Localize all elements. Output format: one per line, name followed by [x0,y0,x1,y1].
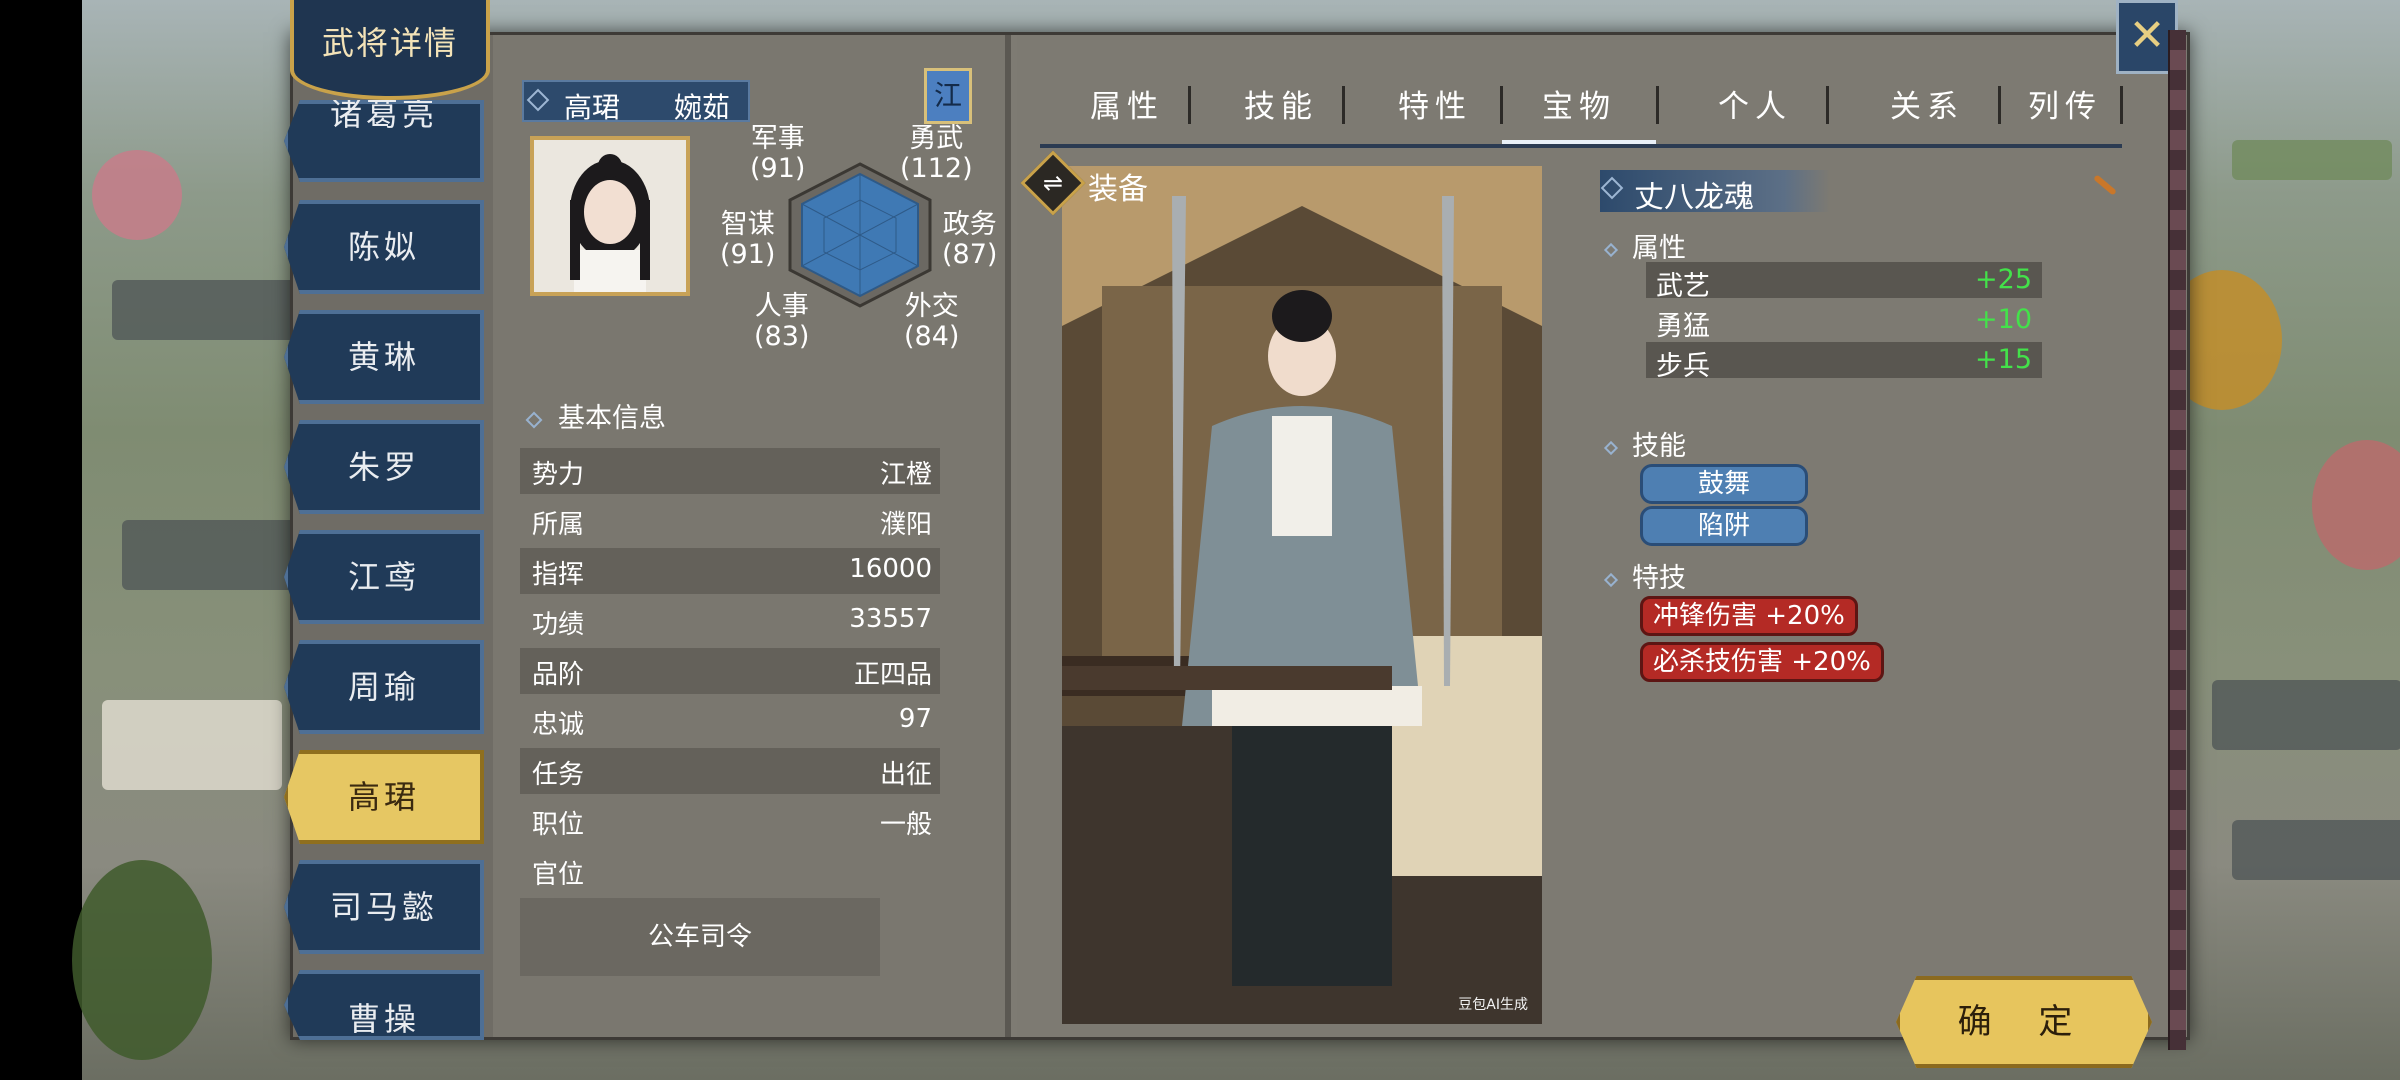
officer-name: 高珺 [564,91,621,124]
officer-courtesy-name: 婉茹 [674,91,731,124]
skill-badge[interactable]: 鼓舞 [1640,464,1808,504]
skill-badge[interactable]: 陷阱 [1640,506,1808,546]
tab-biography[interactable]: 列传 [2020,78,2110,144]
item-attribute-row: 武艺 +25 [1646,262,2042,302]
info-row: 指挥 16000 [520,548,940,594]
item-attribute-row: 勇猛 +10 [1656,304,2032,342]
officer-list-item[interactable]: 陈姒 [284,200,484,294]
trait-badge[interactable]: 冲锋伤害 +20% [1640,596,1858,636]
artwork-illustration [1062,166,1542,1024]
item-attribute-row: 步兵 +15 [1646,342,2042,382]
info-row: 职位 一般 [532,810,932,840]
equipment-artwork: 豆包AI生成 [1062,166,1542,1024]
info-row: 品阶 正四品 [520,648,940,694]
decorative-chain [2168,30,2186,1050]
info-row: 忠诚 97 [532,704,932,740]
diamond-icon [525,411,543,428]
swap-icon: ⇌ [1042,169,1064,197]
tab-divider [1188,86,1191,124]
tab-divider [2120,86,2123,124]
tab-relations[interactable]: 关系 [1872,78,1982,144]
officer-name-bar: 高珺 婉茹 [522,80,750,124]
detail-tabs: 属性 技能 特性 宝物 个人 关系 列传 [1040,78,2123,148]
tab-personal[interactable]: 个人 [1700,78,1810,144]
tab-traits[interactable]: 特性 [1380,78,1490,144]
equipment-heading: 装备 [1088,172,1148,207]
stat-radar-chart [788,162,932,308]
officer-list-item[interactable]: 朱罗 [284,420,484,514]
officer-list-item[interactable]: 司马懿 [284,860,484,954]
tab-skills[interactable]: 技能 [1226,78,1336,144]
window-title: 武将详情 [321,24,458,62]
faction-flag-icon: 江 [924,68,972,124]
tab-attributes[interactable]: 属性 [1072,78,1182,144]
info-row: 功绩 33557 [532,604,932,640]
item-traits-heading: 特技 [1603,556,1686,595]
item-attributes-heading: 属性 [1603,226,1686,265]
tab-divider [1656,86,1659,124]
officer-list-item[interactable]: 诸葛亮 [284,100,484,182]
info-row: 官位 [532,860,585,890]
tab-divider [1826,86,1829,124]
officer-list-item[interactable]: 江鸢 [284,530,484,624]
confirm-button[interactable]: 确 定 [1896,976,2152,1068]
trait-badge[interactable]: 必杀技伤害 +20% [1640,642,1884,682]
item-skills-heading: 技能 [1603,424,1686,463]
officer-list-item[interactable]: 周瑜 [284,640,484,734]
window-title-banner: 武将详情 [290,0,490,100]
tab-divider [1998,86,2001,124]
tab-treasure[interactable]: 宝物 [1502,78,1656,144]
close-icon: ✕ [2128,10,2166,61]
officer-portrait [530,136,690,296]
stat-politics: 政务 (87) [942,209,998,270]
diamond-icon [526,88,550,112]
officer-title-box: 公车司令 [520,898,880,976]
officer-list-item-selected[interactable]: 高珺 [284,750,484,844]
basic-info-heading: 基本信息 [525,396,666,435]
diamond-icon [1600,176,1624,200]
stat-strategy: 智谋 (91) [720,209,776,270]
officer-list-item[interactable]: 曹操 [284,970,484,1040]
officer-list-item[interactable]: 黄琳 [284,310,484,404]
tab-divider [1342,86,1345,124]
info-row: 所属 濮阳 [532,510,932,540]
info-row: 势力 江橙 [520,448,940,494]
ai-watermark: 豆包AI生成 [1458,997,1528,1013]
portrait-illustration [534,140,686,292]
item-name-bar: 丈八龙魂 [1600,170,1830,215]
item-name: 丈八龙魂 [1634,180,1754,215]
info-row: 任务 出征 [520,748,940,794]
